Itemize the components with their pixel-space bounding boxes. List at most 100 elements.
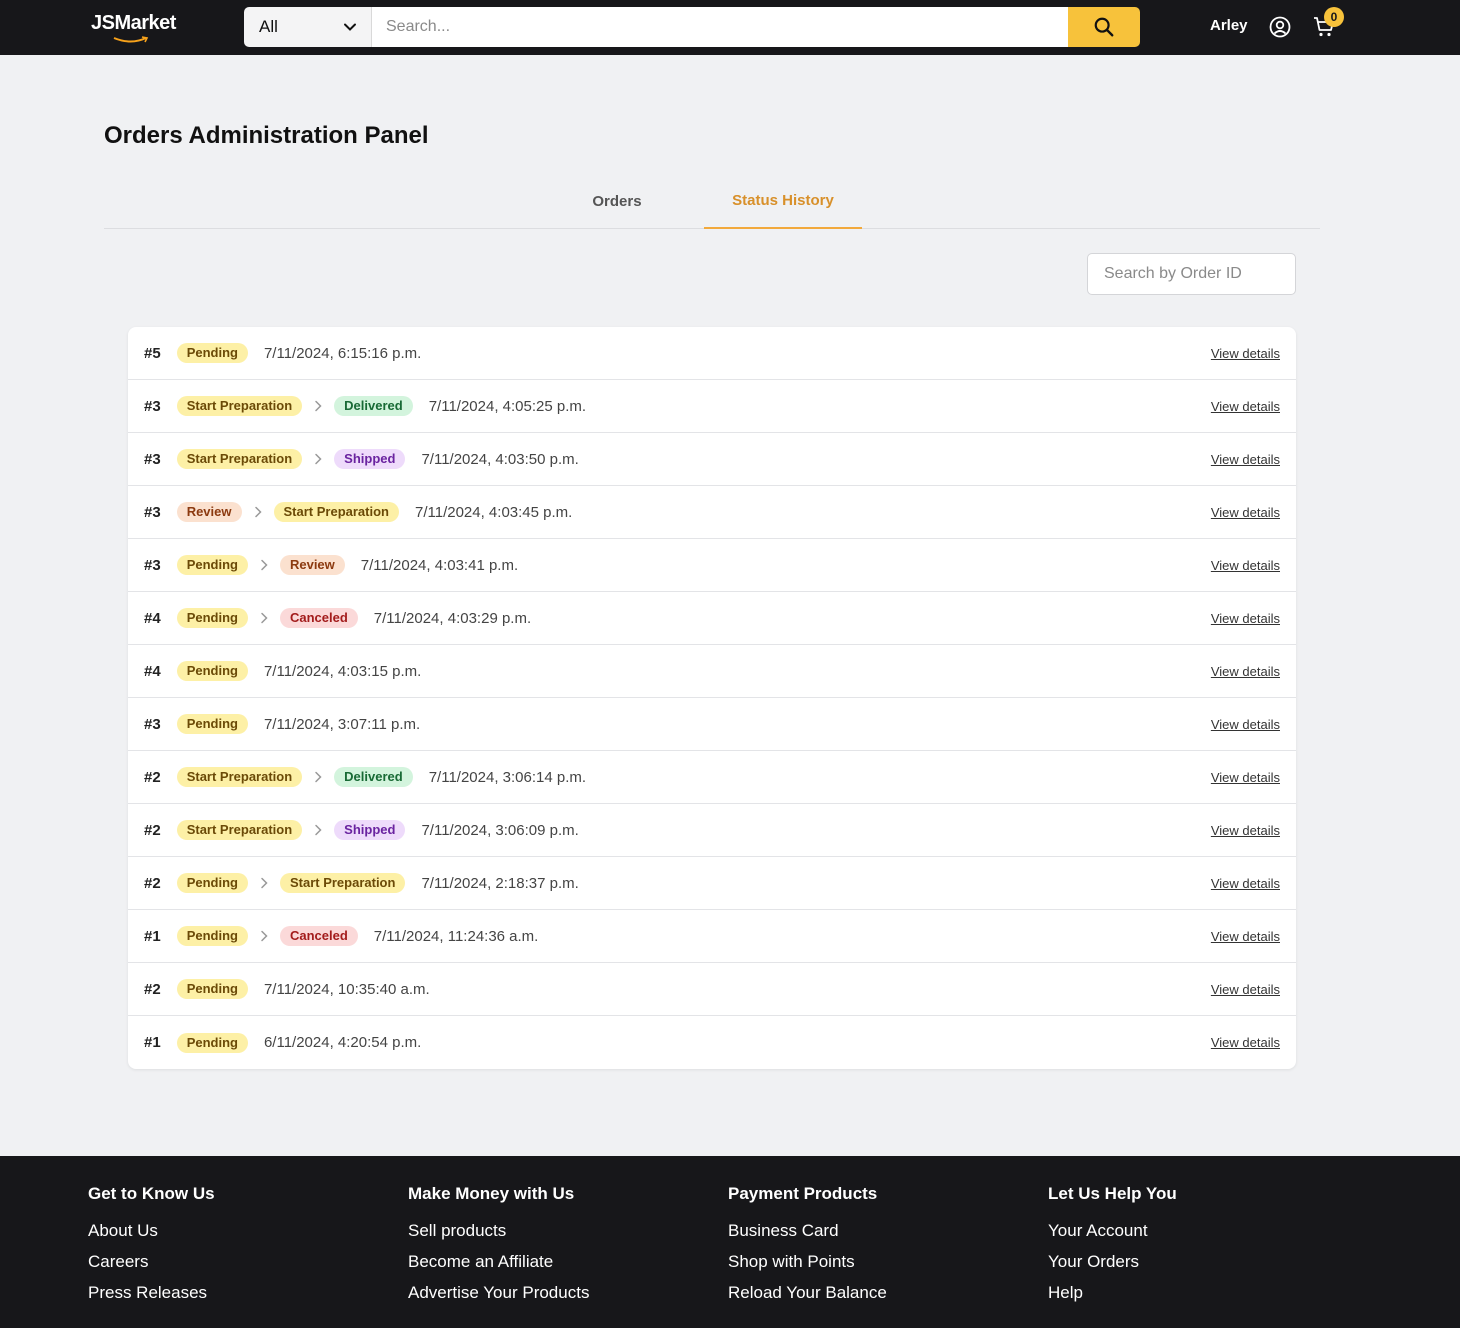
order-id: #5 bbox=[144, 344, 161, 362]
view-details-link[interactable]: View details bbox=[1211, 346, 1280, 361]
status-timestamp: 6/11/2024, 4:20:54 p.m. bbox=[263, 1034, 422, 1051]
footer-link-advertise-products[interactable]: Advertise Your Products bbox=[408, 1283, 589, 1303]
history-row: #3 Pending 7/11/2024, 3:07:11 p.m. View det… bbox=[128, 698, 1296, 751]
status-badge-to: Shipped bbox=[334, 820, 406, 840]
order-id: #3 bbox=[144, 503, 161, 521]
footer-link-sell-products[interactable]: Sell products bbox=[408, 1221, 589, 1241]
view-details-link[interactable]: View details bbox=[1211, 823, 1280, 838]
order-id: #3 bbox=[144, 397, 161, 415]
footer: Get to Know Us About Us Careers Press Re… bbox=[0, 1156, 1460, 1328]
footer-link-careers[interactable]: Careers bbox=[88, 1252, 215, 1272]
search-icon bbox=[1094, 17, 1114, 37]
user-account-icon[interactable] bbox=[1268, 15, 1292, 39]
history-row: #4 Pending 7/11/2024, 4:03:15 p.m. View det… bbox=[128, 645, 1296, 698]
order-id: #2 bbox=[144, 874, 161, 892]
tab-status-history[interactable]: Status History bbox=[704, 180, 862, 229]
view-details-link[interactable]: View details bbox=[1211, 452, 1280, 467]
history-row: #3 Review Start Preparation 7/11/2024, 4:03… bbox=[128, 486, 1296, 539]
history-row: #2 Start Preparation Shipped 7/11/2024, 3:0… bbox=[128, 804, 1296, 857]
chevron-right-icon bbox=[302, 824, 334, 836]
status-badge-to: Delivered bbox=[334, 396, 413, 416]
chevron-right-icon bbox=[248, 930, 280, 942]
status-timestamp: 7/11/2024, 4:03:15 p.m. bbox=[263, 662, 422, 680]
chevron-right-icon bbox=[302, 771, 334, 783]
tab-orders[interactable]: Orders bbox=[568, 180, 666, 229]
view-details-link[interactable]: View details bbox=[1211, 929, 1280, 944]
chevron-right-icon bbox=[248, 559, 280, 571]
status-timestamp: 7/11/2024, 4:05:25 p.m. bbox=[428, 397, 587, 415]
history-row: #3 Start Preparation Delivered 7/11/2024, 4… bbox=[128, 380, 1296, 433]
view-details-link[interactable]: View details bbox=[1211, 611, 1280, 626]
status-badge-from: Start Preparation bbox=[176, 396, 303, 416]
view-details-link[interactable]: View details bbox=[1211, 664, 1280, 679]
status-badge-to: Shipped bbox=[334, 449, 406, 469]
order-id: #2 bbox=[144, 768, 161, 786]
logo-text: JSMarket bbox=[91, 12, 176, 34]
status-badge-from: Start Preparation bbox=[176, 449, 303, 469]
view-details-link[interactable]: View details bbox=[1211, 982, 1280, 997]
footer-column-payment-products: Payment Products Business Card Shop with… bbox=[728, 1184, 887, 1314]
footer-link-business-card[interactable]: Business Card bbox=[728, 1221, 887, 1241]
footer-link-about-us[interactable]: About Us bbox=[88, 1221, 215, 1241]
status-timestamp: 7/11/2024, 10:35:40 a.m. bbox=[263, 980, 430, 998]
tab-bar: Orders Status History bbox=[104, 180, 1320, 229]
footer-link-become-affiliate[interactable]: Become an Affiliate bbox=[408, 1252, 589, 1272]
status-badge-from: Pending bbox=[176, 661, 248, 681]
footer-link-your-account[interactable]: Your Account bbox=[1048, 1221, 1177, 1241]
status-badge-to: Canceled bbox=[279, 926, 358, 946]
status-timestamp: 7/11/2024, 6:15:16 p.m. bbox=[263, 344, 422, 362]
history-row: #4 Pending Canceled 7/11/2024, 4:03:29 p.m.… bbox=[128, 592, 1296, 645]
status-badge-from: Pending bbox=[176, 979, 248, 999]
status-timestamp: 7/11/2024, 2:18:37 p.m. bbox=[421, 874, 579, 892]
chevron-right-icon bbox=[242, 506, 274, 518]
order-id: #2 bbox=[144, 821, 161, 839]
status-badge-from: Start Preparation bbox=[176, 820, 303, 840]
footer-link-help[interactable]: Help bbox=[1048, 1283, 1177, 1303]
search-input[interactable] bbox=[372, 7, 1068, 47]
page-title: Orders Administration Panel bbox=[104, 122, 429, 149]
footer-link-press-releases[interactable]: Press Releases bbox=[88, 1283, 215, 1303]
order-id: #1 bbox=[144, 927, 161, 945]
view-details-link[interactable]: View details bbox=[1211, 876, 1280, 891]
status-badge-to: Start Preparation bbox=[279, 873, 406, 893]
history-row: #2 Pending 7/11/2024, 10:35:40 a.m. View de… bbox=[128, 963, 1296, 1016]
footer-column-title: Make Money with Us bbox=[408, 1184, 575, 1203]
status-badge-from: Review bbox=[176, 502, 242, 522]
status-badge-from: Pending bbox=[176, 555, 248, 575]
footer-column-get-to-know-us: Get to Know Us About Us Careers Press Re… bbox=[88, 1184, 215, 1314]
user-name[interactable]: Arley bbox=[1210, 17, 1248, 34]
view-details-link[interactable]: View details bbox=[1211, 558, 1280, 573]
logo[interactable]: JSMarket bbox=[91, 12, 176, 43]
order-id: #1 bbox=[144, 1034, 161, 1051]
status-history-list: #5 Pending 7/11/2024, 6:15:16 p.m. View det… bbox=[128, 327, 1296, 1069]
status-badge-from: Pending bbox=[176, 343, 248, 363]
footer-link-your-orders[interactable]: Your Orders bbox=[1048, 1252, 1177, 1272]
chevron-right-icon bbox=[302, 453, 334, 465]
status-timestamp: 7/11/2024, 4:03:50 p.m. bbox=[421, 450, 579, 468]
top-nav-bar: JSMarket All Arley 0 bbox=[0, 0, 1460, 55]
status-badge-from: Pending bbox=[176, 926, 248, 946]
order-id-search-input[interactable] bbox=[1087, 253, 1296, 295]
footer-link-shop-with-points[interactable]: Shop with Points bbox=[728, 1252, 887, 1272]
view-details-link[interactable]: View details bbox=[1211, 770, 1280, 785]
category-select[interactable]: All bbox=[244, 7, 372, 47]
order-id: #3 bbox=[144, 715, 161, 733]
order-id: #3 bbox=[144, 556, 161, 574]
category-select-value: All bbox=[259, 17, 278, 36]
status-badge-to: Canceled bbox=[279, 608, 358, 628]
status-timestamp: 7/11/2024, 3:06:14 p.m. bbox=[428, 768, 587, 786]
footer-link-reload-balance[interactable]: Reload Your Balance bbox=[728, 1283, 887, 1303]
history-row: #2 Pending Start Preparation 7/11/2024, 2:1… bbox=[128, 857, 1296, 910]
view-details-link[interactable]: View details bbox=[1211, 1035, 1280, 1050]
footer-column-title: Get to Know Us bbox=[88, 1184, 215, 1203]
history-row: #3 Start Preparation Shipped 7/11/2024, 4:0… bbox=[128, 433, 1296, 486]
status-badge-from: Pending bbox=[176, 608, 248, 628]
footer-column-title: Payment Products bbox=[728, 1184, 878, 1203]
status-timestamp: 7/11/2024, 4:03:29 p.m. bbox=[373, 609, 532, 627]
chevron-down-icon bbox=[344, 23, 356, 31]
history-row: #1 Pending 6/11/2024, 4:20:54 p.m. View det… bbox=[128, 1016, 1296, 1069]
view-details-link[interactable]: View details bbox=[1211, 717, 1280, 732]
search-button[interactable] bbox=[1068, 7, 1140, 47]
view-details-link[interactable]: View details bbox=[1211, 505, 1280, 520]
view-details-link[interactable]: View details bbox=[1211, 399, 1280, 414]
